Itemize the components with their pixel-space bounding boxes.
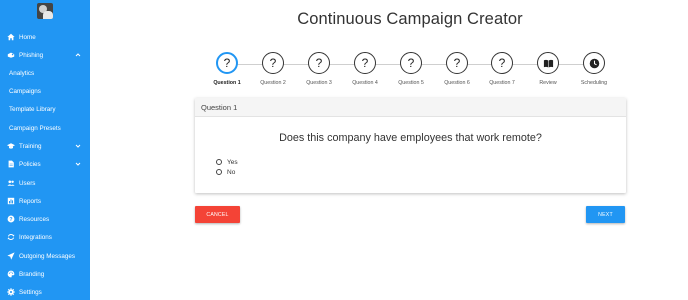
sync-icon — [6, 233, 15, 242]
question-text: Does this company have employees that wo… — [279, 132, 542, 144]
sidebar-item-campaign-presets[interactable]: Campaign Presets — [0, 120, 90, 136]
option-label: Yes — [227, 158, 238, 166]
sidebar-item-label: Template Library — [9, 105, 56, 113]
hook-icon — [6, 51, 15, 60]
chevron-down-icon — [75, 143, 81, 149]
svg-text:?: ? — [9, 217, 12, 223]
cancel-button[interactable]: CANCEL — [195, 206, 240, 223]
sidebar-item-label: Users — [19, 179, 36, 187]
next-button[interactable]: NEXT — [586, 206, 625, 223]
book-icon — [537, 52, 559, 74]
file-icon — [6, 160, 15, 169]
chevron-up-icon — [75, 52, 81, 58]
sidebar-item-label: Campaign Presets — [9, 124, 61, 132]
page-title: Continuous Campaign Creator — [297, 10, 523, 28]
sidebar-item-label: Analytics — [9, 69, 35, 77]
step-label: Scheduling — [580, 80, 608, 86]
clock-icon — [583, 52, 605, 74]
sidebar-item-branding[interactable]: Branding — [0, 266, 90, 282]
gear-icon — [6, 288, 15, 297]
app: Home Phishing Analytics Campaigns Templa… — [0, 0, 688, 300]
sidebar-item-label: Campaigns — [9, 87, 41, 95]
avatar[interactable] — [37, 3, 53, 19]
question-mark-icon: ? — [308, 52, 330, 74]
sidebar-item-label: Resources — [19, 215, 50, 223]
graduation-cap-icon — [6, 142, 15, 151]
question-mark-icon: ? — [400, 52, 422, 74]
home-icon — [6, 33, 15, 42]
question-mark-icon: ? — [446, 52, 468, 74]
sidebar: Home Phishing Analytics Campaigns Templa… — [0, 0, 90, 300]
sidebar-item-label: Settings — [19, 288, 42, 296]
radio-button[interactable] — [216, 159, 222, 165]
sidebar-item-phishing[interactable]: Phishing — [0, 47, 90, 63]
question-mark-icon: ? — [216, 52, 238, 74]
help-circle-icon: ? — [6, 215, 15, 224]
sidebar-item-integrations[interactable]: Integrations — [0, 229, 90, 245]
question-mark-icon: ? — [262, 52, 284, 74]
option-yes[interactable]: Yes — [216, 157, 238, 167]
sidebar-item-home[interactable]: Home — [0, 29, 90, 45]
sidebar-item-training[interactable]: Training — [0, 138, 90, 154]
question-mark-icon: ? — [354, 52, 376, 74]
chart-icon — [6, 197, 15, 206]
sidebar-item-label: Home — [19, 33, 36, 41]
question-card: Question 1 Does this company have employ… — [195, 98, 626, 193]
sidebar-item-label: Phishing — [19, 51, 44, 59]
send-icon — [6, 252, 15, 261]
sidebar-item-reports[interactable]: Reports — [0, 193, 90, 209]
sidebar-item-label: Integrations — [19, 233, 52, 241]
palette-icon — [6, 270, 15, 279]
option-no[interactable]: No — [216, 167, 235, 177]
sidebar-item-label: Outgoing Messages — [19, 252, 76, 260]
chevron-down-icon — [75, 161, 81, 167]
question-mark-icon: ? — [491, 52, 513, 74]
sidebar-item-settings[interactable]: Settings — [0, 284, 90, 300]
sidebar-item-campaigns[interactable]: Campaigns — [0, 83, 90, 99]
sidebar-item-template-library[interactable]: Template Library — [0, 101, 90, 117]
radio-button[interactable] — [216, 169, 222, 175]
sidebar-item-analytics[interactable]: Analytics — [0, 65, 90, 81]
sidebar-item-users[interactable]: Users — [0, 175, 90, 191]
sidebar-item-resources[interactable]: ? Resources — [0, 211, 90, 227]
sidebar-item-label: Policies — [19, 160, 41, 168]
sidebar-item-label: Branding — [19, 270, 45, 278]
sidebar-item-policies[interactable]: Policies — [0, 156, 90, 172]
sidebar-item-outgoing-messages[interactable]: Outgoing Messages — [0, 248, 90, 264]
option-label: No — [227, 168, 236, 176]
sidebar-item-label: Reports — [19, 197, 42, 205]
card-header: Question 1 — [195, 98, 626, 117]
sidebar-item-label: Training — [19, 142, 42, 150]
users-icon — [6, 179, 15, 188]
